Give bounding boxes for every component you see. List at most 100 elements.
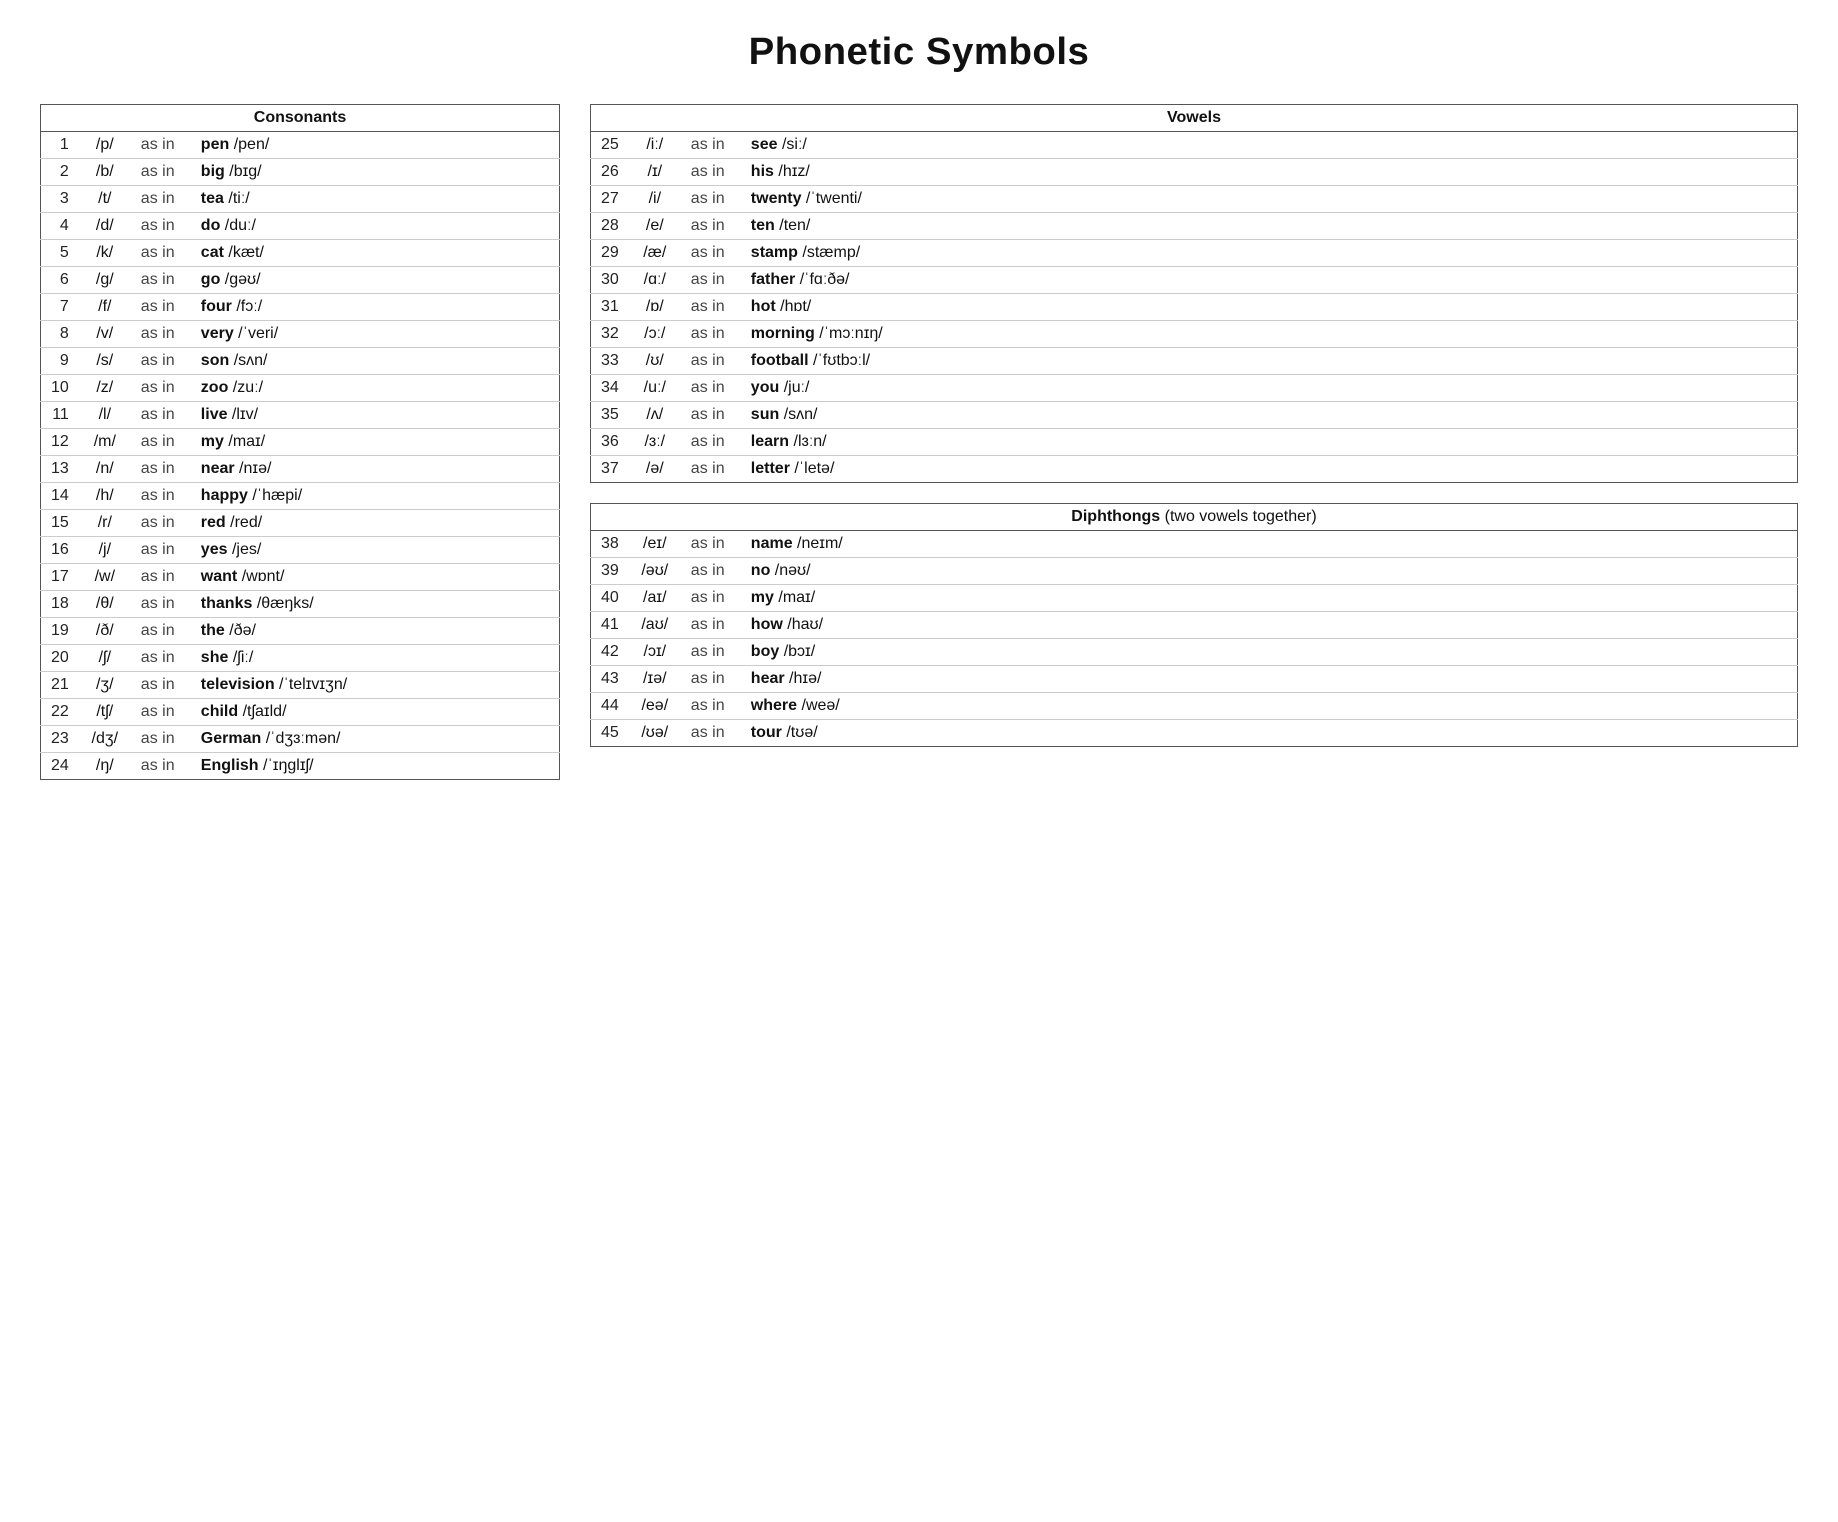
- as-in-label: as in: [131, 618, 191, 645]
- phonetic-symbol: /ʊə/: [629, 720, 681, 747]
- row-number: 33: [591, 348, 629, 375]
- table-row: 16 /j/ as in yes /jes/: [41, 537, 560, 564]
- row-number: 27: [591, 186, 629, 213]
- example-word: red /red/: [191, 510, 560, 537]
- as-in-label: as in: [131, 537, 191, 564]
- as-in-label: as in: [131, 402, 191, 429]
- example-word: zoo /zuː/: [191, 375, 560, 402]
- example-word: television /ˈtelɪvɪʒn/: [191, 672, 560, 699]
- phonetic-symbol: /ð/: [79, 618, 131, 645]
- table-row: 9 /s/ as in son /sʌn/: [41, 348, 560, 375]
- example-word: big /bɪg/: [191, 159, 560, 186]
- table-row: 1 /p/ as in pen /pen/: [41, 132, 560, 159]
- as-in-label: as in: [681, 132, 741, 159]
- phonetic-symbol: /eə/: [629, 693, 681, 720]
- phonetic-symbol: /v/: [79, 321, 131, 348]
- phonetic-symbol: /æ/: [629, 240, 681, 267]
- row-number: 21: [41, 672, 79, 699]
- table-row: 4 /d/ as in do /duː/: [41, 213, 560, 240]
- consonants-table: Consonants 1 /p/ as in pen /pen/ 2 /b/ a…: [40, 104, 560, 780]
- row-number: 24: [41, 753, 79, 780]
- row-number: 32: [591, 321, 629, 348]
- phonetic-symbol: /z/: [79, 375, 131, 402]
- row-number: 1: [41, 132, 79, 159]
- example-word: yes /jes/: [191, 537, 560, 564]
- example-word: my /maɪ/: [741, 585, 1798, 612]
- row-number: 31: [591, 294, 629, 321]
- as-in-label: as in: [131, 348, 191, 375]
- row-number: 2: [41, 159, 79, 186]
- as-in-label: as in: [681, 666, 741, 693]
- vowels-header: Vowels: [591, 105, 1798, 132]
- phonetic-symbol: /p/: [79, 132, 131, 159]
- example-word: happy /ˈhæpi/: [191, 483, 560, 510]
- phonetic-symbol: /ɑː/: [629, 267, 681, 294]
- table-row: 3 /t/ as in tea /tiː/: [41, 186, 560, 213]
- phonetic-symbol: /eɪ/: [629, 531, 681, 558]
- as-in-label: as in: [681, 294, 741, 321]
- table-row: 21 /ʒ/ as in television /ˈtelɪvɪʒn/: [41, 672, 560, 699]
- as-in-label: as in: [131, 726, 191, 753]
- phonetic-symbol: /s/: [79, 348, 131, 375]
- row-number: 20: [41, 645, 79, 672]
- table-row: 19 /ð/ as in the /ðə/: [41, 618, 560, 645]
- example-word: boy /bɔɪ/: [741, 639, 1798, 666]
- row-number: 35: [591, 402, 629, 429]
- example-word: ten /ten/: [741, 213, 1798, 240]
- table-row: 17 /w/ as in want /wɒnt/: [41, 564, 560, 591]
- as-in-label: as in: [131, 159, 191, 186]
- as-in-label: as in: [131, 132, 191, 159]
- example-word: four /fɔː/: [191, 294, 560, 321]
- table-row: 25 /iː/ as in see /siː/: [591, 132, 1798, 159]
- table-row: 35 /ʌ/ as in sun /sʌn/: [591, 402, 1798, 429]
- example-word: very /ˈveri/: [191, 321, 560, 348]
- phonetic-symbol: /m/: [79, 429, 131, 456]
- row-number: 3: [41, 186, 79, 213]
- example-word: no /nəʊ/: [741, 558, 1798, 585]
- as-in-label: as in: [131, 510, 191, 537]
- row-number: 44: [591, 693, 629, 720]
- row-number: 19: [41, 618, 79, 645]
- table-row: 2 /b/ as in big /bɪg/: [41, 159, 560, 186]
- row-number: 43: [591, 666, 629, 693]
- example-word: want /wɒnt/: [191, 564, 560, 591]
- phonetic-symbol: /ɪ/: [629, 159, 681, 186]
- row-number: 42: [591, 639, 629, 666]
- phonetic-symbol: /aʊ/: [629, 612, 681, 639]
- row-number: 23: [41, 726, 79, 753]
- phonetic-symbol: /aɪ/: [629, 585, 681, 612]
- row-number: 15: [41, 510, 79, 537]
- phonetic-symbol: /n/: [79, 456, 131, 483]
- example-word: German /ˈdʒɜːmən/: [191, 726, 560, 753]
- as-in-label: as in: [681, 402, 741, 429]
- phonetic-symbol: /ɜː/: [629, 429, 681, 456]
- row-number: 34: [591, 375, 629, 402]
- row-number: 16: [41, 537, 79, 564]
- as-in-label: as in: [681, 585, 741, 612]
- table-row: 40 /aɪ/ as in my /maɪ/: [591, 585, 1798, 612]
- as-in-label: as in: [131, 267, 191, 294]
- example-word: see /siː/: [741, 132, 1798, 159]
- phonetic-symbol: /iː/: [629, 132, 681, 159]
- table-row: 27 /i/ as in twenty /ˈtwenti/: [591, 186, 1798, 213]
- example-word: thanks /θæŋks/: [191, 591, 560, 618]
- row-number: 29: [591, 240, 629, 267]
- as-in-label: as in: [131, 294, 191, 321]
- example-word: father /ˈfɑːðə/: [741, 267, 1798, 294]
- phonetic-symbol: /d/: [79, 213, 131, 240]
- phonetic-symbol: /ʊ/: [629, 348, 681, 375]
- example-word: pen /pen/: [191, 132, 560, 159]
- phonetic-symbol: /ʒ/: [79, 672, 131, 699]
- row-number: 10: [41, 375, 79, 402]
- as-in-label: as in: [681, 429, 741, 456]
- phonetic-symbol: /b/: [79, 159, 131, 186]
- example-word: football /ˈfʊtbɔːl/: [741, 348, 1798, 375]
- as-in-label: as in: [131, 429, 191, 456]
- as-in-label: as in: [131, 753, 191, 780]
- table-row: 26 /ɪ/ as in his /hɪz/: [591, 159, 1798, 186]
- table-row: 14 /h/ as in happy /ˈhæpi/: [41, 483, 560, 510]
- example-word: you /juː/: [741, 375, 1798, 402]
- table-row: 34 /uː/ as in you /juː/: [591, 375, 1798, 402]
- example-word: hear /hɪə/: [741, 666, 1798, 693]
- as-in-label: as in: [131, 483, 191, 510]
